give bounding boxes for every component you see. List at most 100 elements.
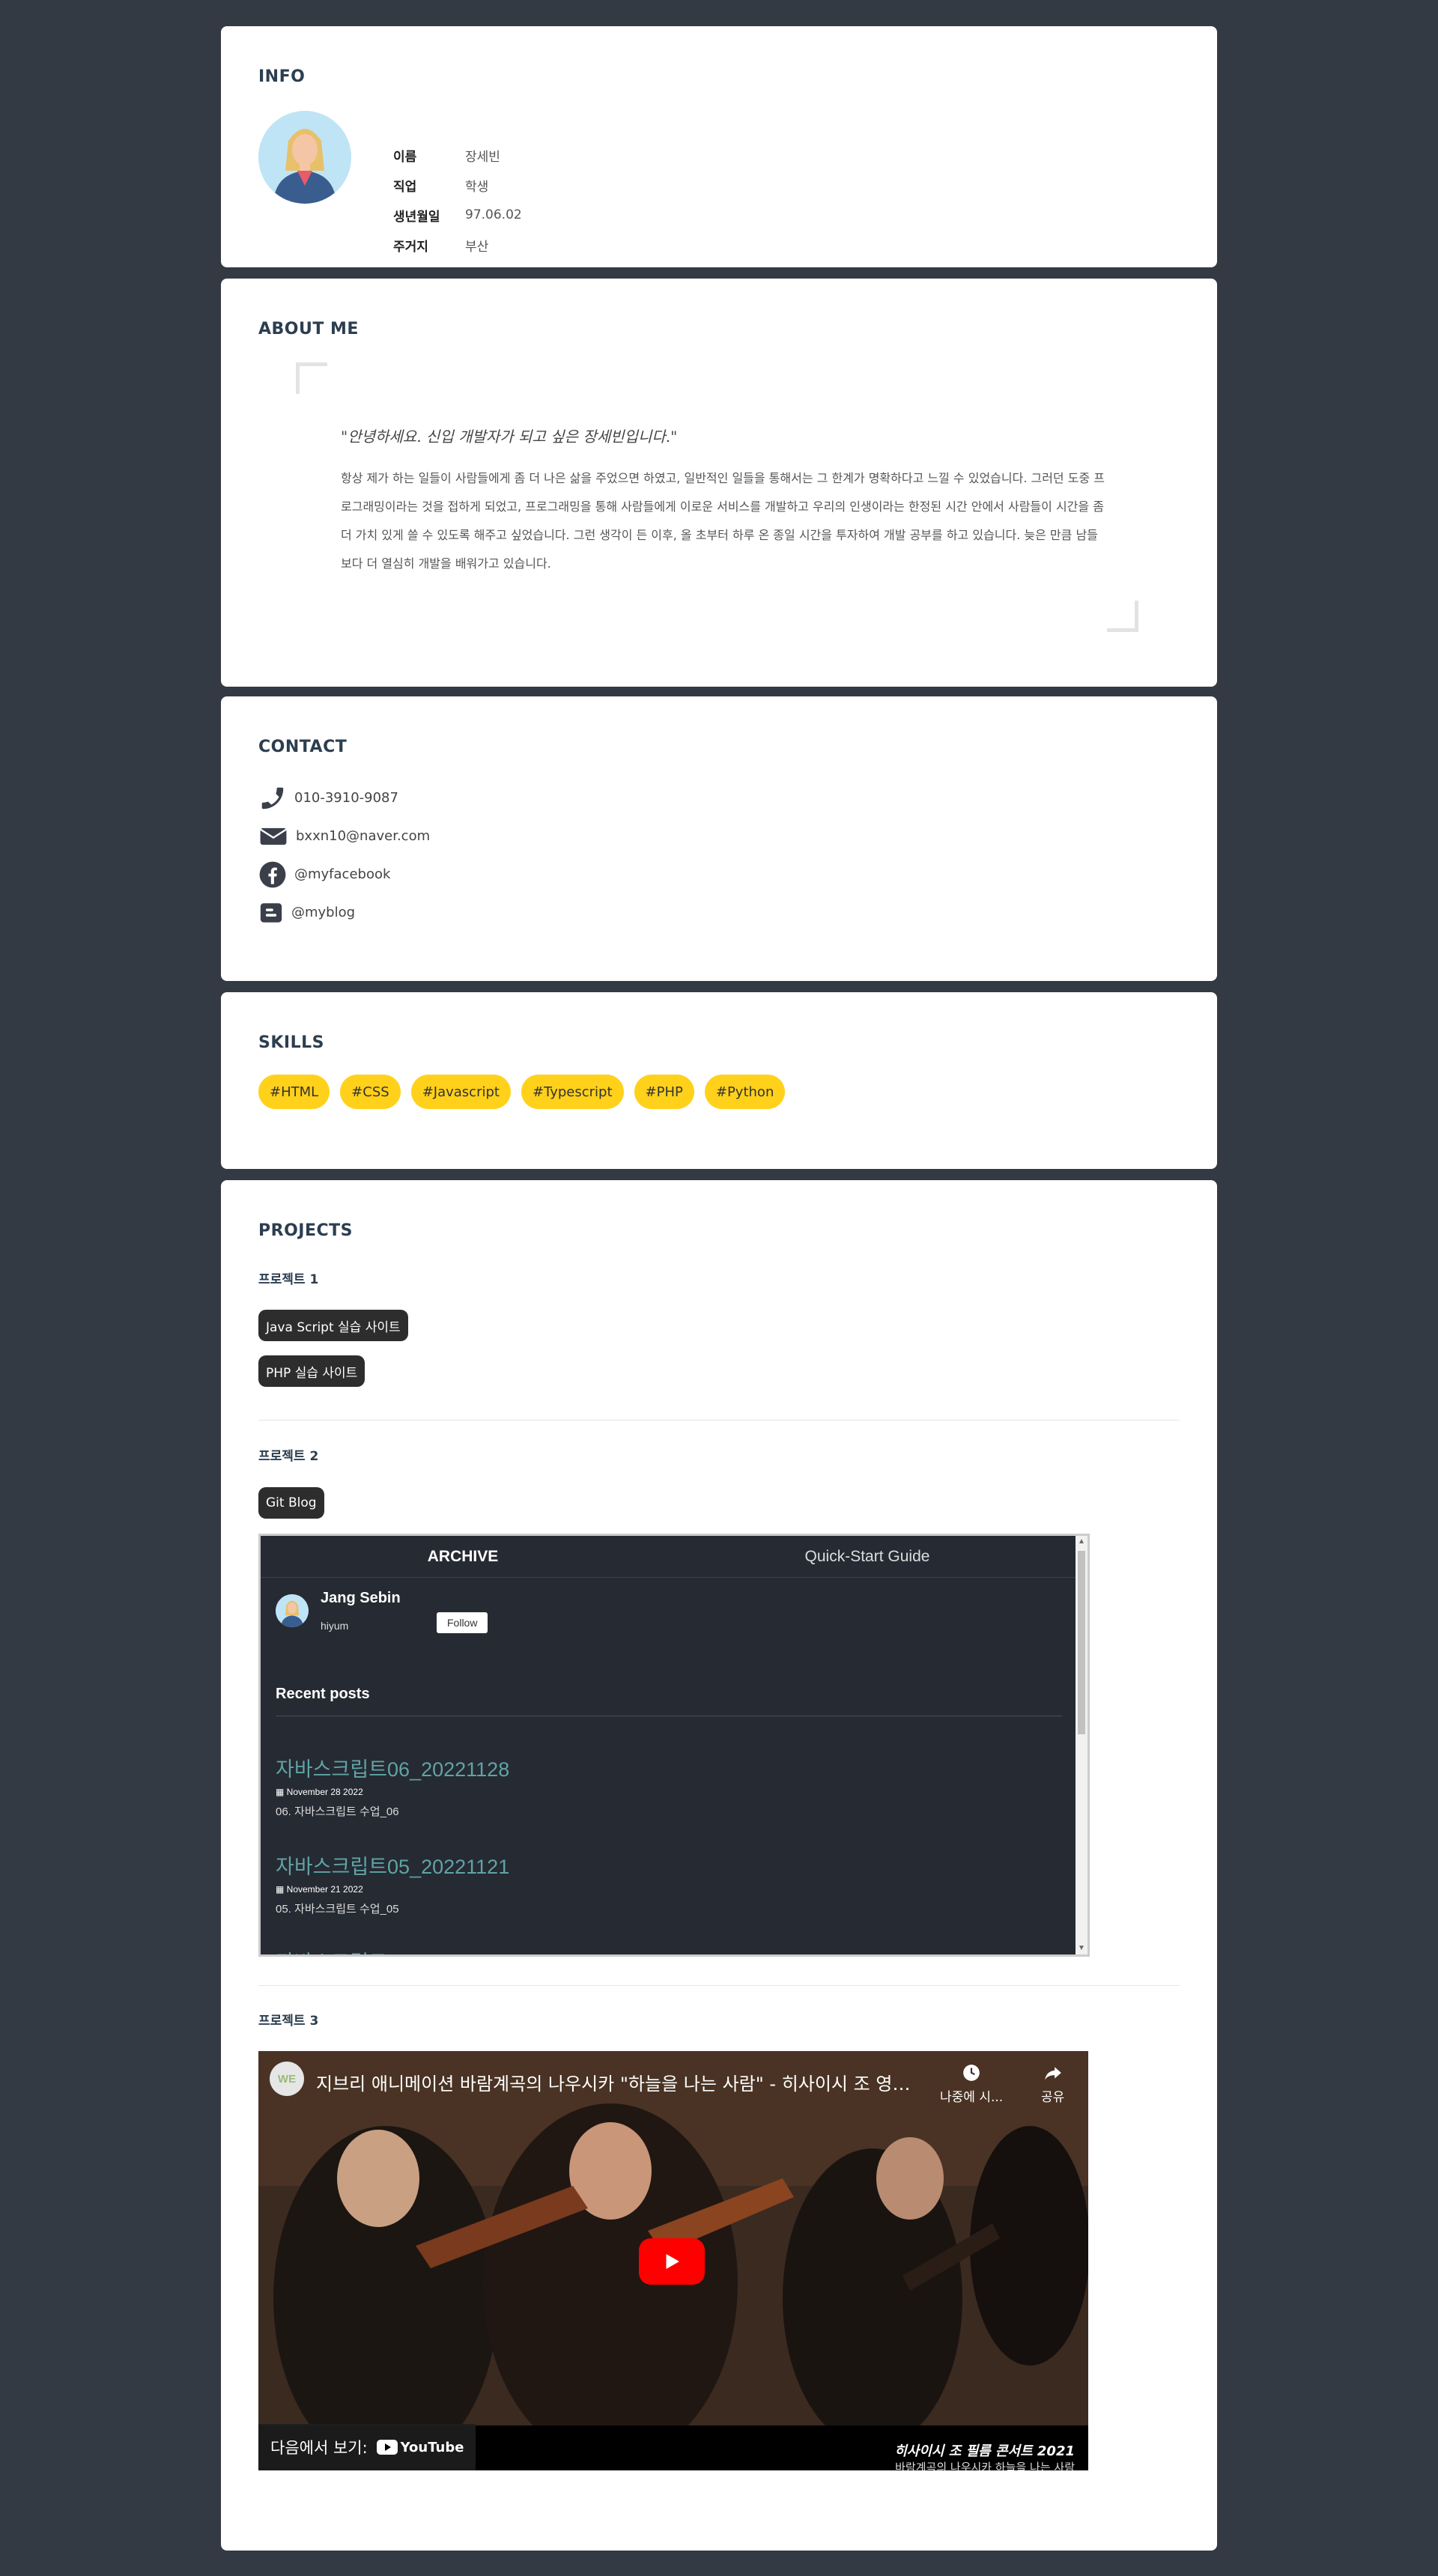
avatar xyxy=(258,111,351,204)
facebook-handle: @myfacebook xyxy=(294,866,391,882)
skills-title: SKILLS xyxy=(258,1033,324,1052)
contact-card: CONTACT 010-3910-9087 bxxn10@naver.com @… xyxy=(221,696,1217,981)
about-quote: "안녕하세요. 신입 개발자가 되고 싶은 장세빈입니다." xyxy=(341,428,678,446)
play-icon xyxy=(666,2254,679,2269)
watch-later-label: 나중에 시... xyxy=(940,2090,1004,2105)
clock-icon xyxy=(963,2065,980,2081)
youtube-logo: YouTube xyxy=(376,2439,464,2455)
scroll-up-arrow-icon[interactable]: ▲ xyxy=(1078,1537,1085,1546)
divider xyxy=(258,1420,1180,1421)
info-row-residence: 주거지 부산 xyxy=(393,230,522,260)
skill-tag-html: #HTML xyxy=(258,1075,330,1109)
youtube-play-icon xyxy=(376,2440,398,2455)
info-card: INFO 이름 장세빈 직업 학생 생년월일 97.06.02 주거지 부산 xyxy=(221,26,1217,267)
skills-card: SKILLS #HTML #CSS #Javascript #Typescrip… xyxy=(221,992,1217,1169)
youtube-logo-text: YouTube xyxy=(400,2439,464,2455)
post-date: ▦ November 21 2022 xyxy=(276,1884,509,1895)
video-subcaption: 바람계곡의 나우시카 하늘을 나는 사람 xyxy=(895,2461,1075,2470)
blog-nav-archive[interactable]: ARCHIVE xyxy=(261,1548,665,1566)
info-title: INFO xyxy=(258,67,306,86)
info-value: 부산 xyxy=(465,239,489,255)
scroll-thumb[interactable] xyxy=(1078,1551,1085,1734)
post-date-text: November 21 2022 xyxy=(286,1884,363,1895)
envelope-icon xyxy=(259,827,288,845)
info-row-job: 직업 학생 xyxy=(393,170,522,200)
post-title[interactable]: 자바스크립트06_20221128 xyxy=(276,1753,509,1782)
skill-tag-php: #PHP xyxy=(634,1075,694,1109)
contact-email[interactable]: bxxn10@naver.com xyxy=(258,817,430,855)
blog-avatar xyxy=(276,1594,309,1627)
post-item[interactable]: 자바스크립트05_20221121 ▦ November 21 2022 05.… xyxy=(276,1850,509,1916)
contact-facebook[interactable]: @myfacebook xyxy=(258,855,430,893)
watch-on-label: 다음에서 보기: xyxy=(270,2439,368,2457)
info-value: 장세빈 xyxy=(465,149,500,165)
blogger-icon xyxy=(260,902,282,923)
about-body: 항상 제가 하는 일들이 사람들에게 좀 더 나은 삶을 주었으면 하였고, 일… xyxy=(341,471,1105,571)
watch-later-button[interactable]: 나중에 시... xyxy=(940,2063,1003,2105)
contact-phone[interactable]: 010-3910-9087 xyxy=(258,779,430,817)
skill-tag-typescript: #Typescript xyxy=(521,1075,624,1109)
post-date-text: November 28 2022 xyxy=(286,1787,363,1797)
blog-author-handle: hiyum xyxy=(321,1620,349,1632)
info-table: 이름 장세빈 직업 학생 생년월일 97.06.02 주거지 부산 xyxy=(393,140,522,260)
post-date: ▦ November 28 2022 xyxy=(276,1787,509,1797)
info-value: 97.06.02 xyxy=(465,207,522,222)
skill-tag-javascript: #Javascript xyxy=(410,1075,511,1109)
share-label: 공유 xyxy=(1041,2090,1065,2105)
phone-icon xyxy=(261,787,284,809)
calendar-icon: ▦ xyxy=(276,1884,287,1895)
contact-blog[interactable]: @myblog xyxy=(258,893,430,932)
info-key: 생년월일 xyxy=(393,209,440,225)
skill-tag-css: #CSS xyxy=(340,1075,401,1109)
scroll-down-arrow-icon[interactable]: ▼ xyxy=(1078,1944,1085,1953)
phone-number: 010-3910-9087 xyxy=(294,790,398,806)
recent-posts-heading: Recent posts xyxy=(276,1686,370,1702)
post-title[interactable]: 자바스크립트04_20221114 xyxy=(276,1946,508,1954)
info-key: 주거지 xyxy=(393,239,428,255)
contact-list: 010-3910-9087 bxxn10@naver.com @myfacebo… xyxy=(258,779,430,932)
info-row-birth: 생년월일 97.06.02 xyxy=(393,200,522,230)
video-caption: 히사이시 조 필름 콘서트 2021 xyxy=(894,2443,1075,2459)
project-3-label: 프로젝트 3 xyxy=(258,2014,319,2029)
watch-on-youtube-button[interactable]: 다음에서 보기: YouTube xyxy=(258,2424,476,2470)
post-item[interactable]: 자바스크립트04_20221114 xyxy=(276,1946,508,1954)
skills-list: #HTML #CSS #Javascript #Typescript #PHP … xyxy=(258,1075,786,1109)
skill-tag-python: #Python xyxy=(704,1075,786,1109)
post-item[interactable]: 자바스크립트06_20221128 ▦ November 28 2022 06.… xyxy=(276,1753,509,1819)
quote-close-mark xyxy=(1107,601,1138,632)
projects-card: PROJECTS 프로젝트 1 Java Script 실습 사이트 PHP 실… xyxy=(221,1180,1217,2551)
scrollbar[interactable]: ▲ ▼ xyxy=(1076,1536,1087,1954)
blog-handle: @myblog xyxy=(291,905,356,920)
blog-author-name: Jang Sebin xyxy=(321,1590,401,1606)
channel-avatar[interactable]: WE xyxy=(270,2062,304,2096)
facebook-icon xyxy=(259,861,286,887)
js-practice-site-button[interactable]: Java Script 실습 사이트 xyxy=(258,1310,408,1341)
youtube-embed[interactable]: WE 지브리 애니메이션 바람계곡의 나우시카 "하늘을 나는 사람" - 히사… xyxy=(258,2051,1088,2470)
video-title[interactable]: 지브리 애니메이션 바람계곡의 나우시카 "하늘을 나는 사람" - 히사이시 … xyxy=(316,2069,915,2095)
php-practice-site-button[interactable]: PHP 실습 사이트 xyxy=(258,1355,365,1387)
about-title: ABOUT ME xyxy=(258,320,359,338)
info-key: 직업 xyxy=(393,179,417,195)
quote-open-mark xyxy=(296,362,327,394)
post-description: 06. 자바스크립트 수업_06 xyxy=(276,1805,399,1818)
divider xyxy=(258,1985,1180,1986)
info-key: 이름 xyxy=(393,149,417,165)
about-card: ABOUT ME "안녕하세요. 신입 개발자가 되고 싶은 장세빈입니다." … xyxy=(221,279,1217,687)
post-title[interactable]: 자바스크립트05_20221121 xyxy=(276,1850,509,1880)
blog-nav-guide[interactable]: Quick-Start Guide xyxy=(665,1548,1070,1566)
blog-nav: ARCHIVE Quick-Start Guide xyxy=(261,1536,1087,1578)
info-row-name: 이름 장세빈 xyxy=(393,140,522,170)
email-address: bxxn10@naver.com xyxy=(296,828,431,844)
git-blog-button[interactable]: Git Blog xyxy=(258,1487,324,1519)
share-button[interactable]: 공유 xyxy=(1041,2063,1064,2105)
calendar-icon: ▦ xyxy=(276,1787,287,1797)
follow-button[interactable]: Follow xyxy=(437,1612,488,1633)
info-value: 학생 xyxy=(465,179,489,195)
projects-title: PROJECTS xyxy=(258,1221,353,1240)
post-description: 05. 자바스크립트 수업_05 xyxy=(276,1903,399,1916)
video-top-bar: WE 지브리 애니메이션 바람계곡의 나우시카 "하늘을 나는 사람" - 히사… xyxy=(270,2060,1077,2105)
contact-title: CONTACT xyxy=(258,738,348,756)
play-button[interactable] xyxy=(639,2238,705,2285)
share-icon xyxy=(1044,2067,1061,2080)
blog-embed-frame[interactable]: ARCHIVE Quick-Start Guide Jang Sebin hiy… xyxy=(258,1534,1090,1957)
